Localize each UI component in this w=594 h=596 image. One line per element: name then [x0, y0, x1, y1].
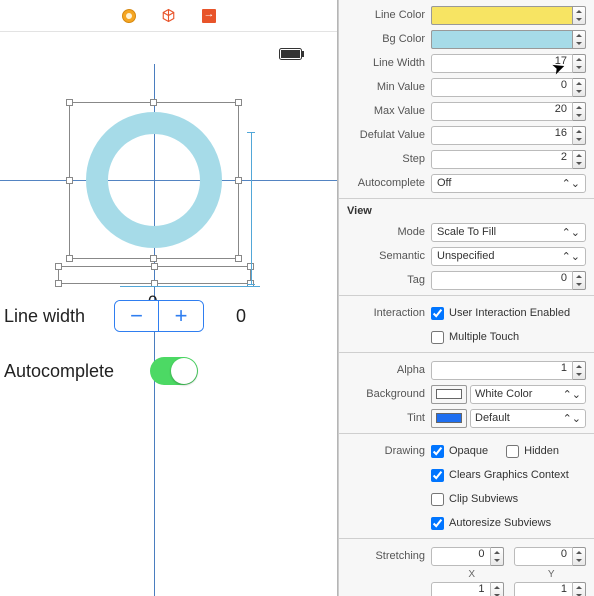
cube-icon[interactable]	[160, 7, 178, 25]
stepper-icon[interactable]	[573, 102, 586, 121]
constraint-indicator	[251, 132, 252, 284]
stretch-y-input[interactable]: 0	[514, 547, 574, 566]
chevron-updown-icon: ⌃⌄	[562, 226, 580, 239]
tag-label: Tag	[345, 274, 431, 286]
attributes-inspector[interactable]: Line Color Bg Color Line Width 17 Min Va…	[338, 0, 594, 596]
tint-color-select[interactable]: Default⌃⌄	[470, 409, 586, 428]
semantic-select[interactable]: Unspecified⌃⌄	[431, 247, 586, 266]
canvas-toolbar	[0, 0, 337, 32]
drawing-label: Drawing	[345, 445, 431, 457]
autocomplete-label: Autocomplete	[4, 361, 114, 382]
tint-label: Tint	[345, 412, 431, 424]
stepper-icon[interactable]	[573, 271, 586, 290]
stretch-width-input[interactable]: 1	[431, 582, 491, 596]
selection-rect	[69, 102, 239, 259]
stepper-icon[interactable]	[491, 582, 504, 596]
step-label: Step	[345, 153, 431, 165]
interaction-label: Interaction	[345, 307, 431, 319]
clears-context-checkbox[interactable]	[431, 469, 444, 482]
chevron-updown-icon: ⌃⌄	[562, 177, 580, 190]
stepper-icon[interactable]	[573, 6, 586, 25]
bg-color-label: Bg Color	[345, 33, 431, 45]
tint-color-well[interactable]	[431, 409, 467, 428]
background-color-well[interactable]	[431, 385, 467, 404]
mode-label: Mode	[345, 226, 431, 238]
line-width-input[interactable]: 17	[431, 54, 573, 73]
default-value-label: Defulat Value	[345, 129, 431, 141]
min-value-label: Min Value	[345, 81, 431, 93]
line-color-well[interactable]	[431, 6, 573, 25]
line-width-field-label: Line Width	[345, 57, 431, 69]
min-value-input[interactable]: 0	[431, 78, 573, 97]
stretch-height-input[interactable]: 1	[514, 582, 574, 596]
stepper-icon[interactable]	[573, 582, 586, 596]
autocomplete-control-row: Autocomplete	[4, 357, 198, 385]
stretching-label: Stretching	[345, 550, 431, 562]
line-width-label: Line width	[4, 306, 114, 327]
bg-color-well[interactable]	[431, 30, 573, 49]
coin-icon[interactable]	[120, 7, 138, 25]
stepper-icon[interactable]	[573, 54, 586, 73]
alpha-label: Alpha	[345, 364, 431, 376]
background-color-select[interactable]: White Color⌃⌄	[470, 385, 586, 404]
autoresize-checkbox[interactable]	[431, 517, 444, 530]
stepper-plus[interactable]: +	[159, 301, 203, 331]
step-input[interactable]: 2	[431, 150, 573, 169]
stepper-icon[interactable]	[573, 547, 586, 566]
autocomplete-field-label: Autocomplete	[345, 177, 431, 189]
stretch-x-input[interactable]: 0	[431, 547, 491, 566]
autocomplete-switch[interactable]	[150, 357, 198, 385]
stepper-icon[interactable]	[491, 547, 504, 566]
line-width-value: 0	[236, 306, 246, 327]
chevron-updown-icon: ⌃⌄	[563, 412, 581, 425]
tag-input[interactable]: 0	[431, 271, 573, 290]
stepper-icon[interactable]	[573, 126, 586, 145]
chevron-updown-icon: ⌃⌄	[563, 388, 581, 401]
opaque-checkbox[interactable]	[431, 445, 444, 458]
max-value-label: Max Value	[345, 105, 431, 117]
exit-icon[interactable]	[200, 7, 218, 25]
alpha-input[interactable]: 1	[431, 361, 573, 380]
mode-select[interactable]: Scale To Fill⌃⌄	[431, 223, 586, 242]
line-width-control-row: Line width − + 0	[4, 300, 321, 332]
view-section-header: View	[347, 205, 586, 217]
max-value-input[interactable]: 20	[431, 102, 573, 121]
clip-subviews-checkbox[interactable]	[431, 493, 444, 506]
hidden-checkbox[interactable]	[506, 445, 519, 458]
line-color-label: Line Color	[345, 9, 431, 21]
stepper-icon[interactable]	[573, 30, 586, 49]
user-interaction-checkbox[interactable]	[431, 307, 444, 320]
line-width-stepper[interactable]: − +	[114, 300, 204, 332]
battery-icon	[279, 48, 305, 63]
stepper-icon[interactable]	[573, 150, 586, 169]
autocomplete-select[interactable]: Off⌃⌄	[431, 174, 586, 193]
semantic-label: Semantic	[345, 250, 431, 262]
default-value-input[interactable]: 16	[431, 126, 573, 145]
selection-rect-label	[58, 266, 251, 284]
stepper-minus[interactable]: −	[115, 301, 159, 331]
background-label: Background	[345, 388, 431, 400]
stepper-icon[interactable]	[573, 78, 586, 97]
multiple-touch-checkbox[interactable]	[431, 331, 444, 344]
interface-builder-canvas[interactable]: 0 Line width − + 0 Autocomplete	[0, 0, 338, 596]
chevron-updown-icon: ⌃⌄	[562, 250, 580, 263]
stepper-icon[interactable]	[573, 361, 586, 380]
